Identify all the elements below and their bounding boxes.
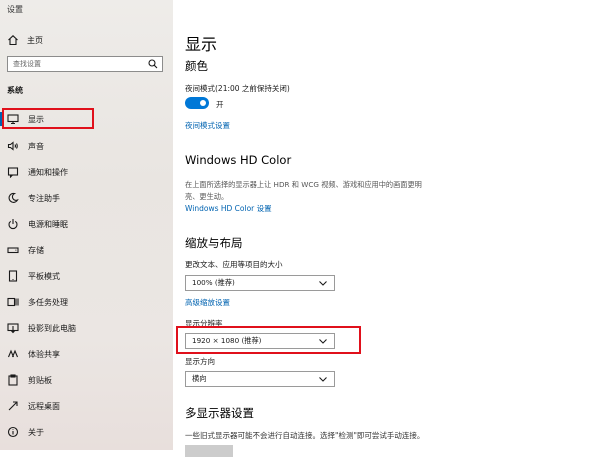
resolution-value: 1920 × 1080 (推荐)	[192, 336, 262, 345]
search-input[interactable]	[8, 60, 148, 68]
scale-layout-heading: 缩放与布局	[185, 236, 243, 250]
home-link[interactable]: 主页	[7, 33, 43, 47]
main-content: 显示 颜色 夜间模式(21:00 之前保持关闭) 开 夜间模式设置 Window…	[173, 0, 600, 457]
sidebar-item-shared-experiences[interactable]: 体验共享	[0, 345, 173, 363]
search-box[interactable]	[7, 56, 163, 72]
power-icon	[8, 219, 18, 230]
night-light-label: 夜间模式(21:00 之前保持关闭)	[185, 84, 290, 93]
sidebar-item-focus-assist[interactable]: 专注助手	[0, 189, 173, 207]
share-icon	[7, 349, 19, 358]
speaker-icon	[7, 141, 18, 151]
color-heading: 颜色	[185, 59, 208, 73]
moon-icon	[8, 192, 19, 203]
night-light-settings-link[interactable]: 夜间模式设置	[185, 120, 230, 131]
chevron-down-icon	[319, 338, 327, 344]
monitor-icon	[7, 114, 19, 125]
sidebar-item-multitasking[interactable]: 多任务处理	[0, 293, 173, 311]
sidebar-item-label: 远程桌面	[28, 401, 60, 411]
section-label-system: 系统	[7, 86, 23, 95]
sidebar-item-storage[interactable]: 存储	[0, 241, 173, 259]
multiple-displays-description: 一些旧式显示器可能不会进行自动连接。选择"检测"即可尝试手动连接。	[185, 431, 425, 440]
clipboard-icon	[8, 374, 18, 386]
sidebar-item-remote-desktop[interactable]: 远程桌面	[0, 397, 173, 415]
sidebar-item-label: 电源和睡眠	[28, 219, 68, 229]
hd-color-settings-link[interactable]: Windows HD Color 设置	[185, 203, 272, 214]
storage-icon	[7, 247, 19, 254]
sidebar-item-label: 体验共享	[28, 349, 60, 359]
info-icon	[7, 426, 19, 438]
sidebar-item-label: 声音	[28, 141, 44, 151]
hd-color-heading: Windows HD Color	[185, 153, 292, 167]
sidebar-item-label: 投影到此电脑	[28, 323, 76, 333]
sidebar-item-about[interactable]: 关于	[0, 423, 173, 441]
sidebar-item-tablet-mode[interactable]: 平板模式	[0, 267, 173, 285]
tablet-icon	[8, 270, 18, 282]
chevron-down-icon	[319, 280, 327, 286]
project-icon	[7, 323, 19, 334]
sidebar-item-power-sleep[interactable]: 电源和睡眠	[0, 215, 173, 233]
search-icon[interactable]	[148, 59, 158, 69]
home-icon	[8, 35, 18, 46]
sidebar-item-notifications[interactable]: 通知和操作	[0, 163, 173, 181]
orientation-dropdown[interactable]: 横向	[185, 371, 335, 387]
sidebar-item-label: 关于	[28, 427, 44, 437]
sidebar-item-label: 多任务处理	[28, 297, 68, 307]
multiple-displays-heading: 多显示器设置	[185, 406, 254, 420]
advanced-scaling-link[interactable]: 高级缩放设置	[185, 297, 230, 308]
resolution-dropdown[interactable]: 1920 × 1080 (推荐)	[185, 333, 335, 349]
sidebar-item-project-to-pc[interactable]: 投影到此电脑	[0, 319, 173, 337]
orientation-label: 显示方向	[185, 357, 215, 366]
sidebar: 设置 主页 系统 显示 声音 通知和操作 专注助手	[0, 0, 173, 450]
detect-button[interactable]	[185, 445, 233, 457]
home-label: 主页	[27, 35, 43, 45]
night-light-toggle[interactable]	[185, 97, 209, 109]
sidebar-item-label: 通知和操作	[28, 167, 68, 177]
chevron-down-icon	[319, 376, 327, 382]
scale-dropdown[interactable]: 100% (推荐)	[185, 275, 335, 291]
night-light-toggle-state: 开	[216, 100, 224, 109]
hd-color-description: 在上面所选择的显示器上让 HDR 和 WCG 视频、游戏和应用中的画面更明亮、更…	[185, 180, 422, 201]
sidebar-item-clipboard[interactable]: 剪贴板	[0, 371, 173, 389]
page-title: 显示	[185, 35, 218, 54]
sidebar-item-sound[interactable]: 声音	[0, 137, 173, 155]
app-title: 设置	[7, 5, 23, 14]
sidebar-item-display[interactable]: 显示	[0, 110, 173, 128]
scale-value: 100% (推荐)	[192, 278, 235, 287]
sidebar-item-label: 存储	[28, 245, 44, 255]
sidebar-item-label: 平板模式	[28, 271, 60, 281]
multitask-icon	[7, 297, 19, 307]
sidebar-item-label: 显示	[28, 114, 44, 124]
resolution-label: 显示分辨率	[185, 319, 223, 328]
sidebar-item-label: 专注助手	[28, 193, 60, 203]
scale-label: 更改文本、应用等项目的大小	[185, 260, 283, 269]
orientation-value: 横向	[192, 374, 207, 383]
remote-desktop-icon	[8, 401, 18, 411]
notification-icon	[7, 167, 19, 178]
sidebar-item-label: 剪贴板	[28, 375, 52, 385]
toggle-knob	[200, 100, 206, 106]
